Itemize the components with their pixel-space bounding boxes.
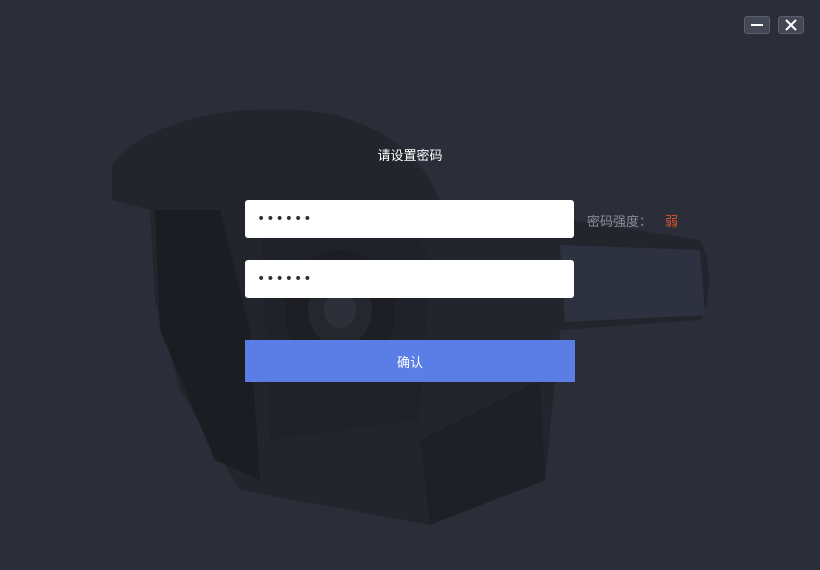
set-password-window: 请设置密码 密码强度： 弱 确认	[0, 0, 820, 570]
confirm-button[interactable]: 确认	[245, 340, 575, 382]
close-icon	[785, 19, 797, 31]
password-strength-label: 密码强度：	[587, 215, 653, 230]
close-button[interactable]	[778, 16, 804, 34]
password-strength-value: 弱	[665, 215, 679, 230]
confirm-password-input[interactable]	[245, 260, 574, 298]
minimize-button[interactable]	[744, 16, 770, 34]
minimize-icon	[751, 24, 763, 26]
password-input[interactable]	[245, 200, 574, 238]
page-title: 请设置密码	[377, 149, 443, 164]
